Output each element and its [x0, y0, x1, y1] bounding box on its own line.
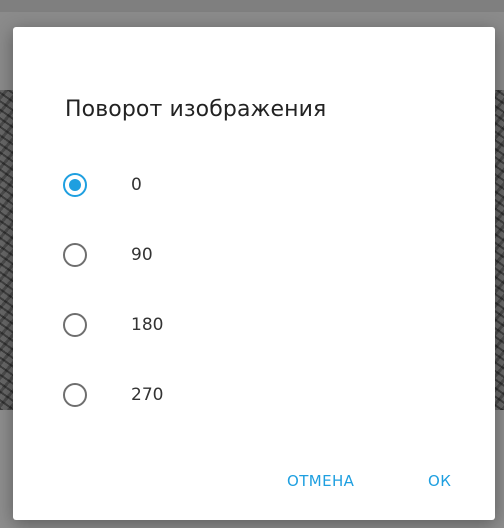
background-top-bar [0, 0, 504, 12]
option-label: 90 [131, 245, 153, 265]
option-label: 0 [131, 175, 142, 195]
rotate-image-dialog: Поворот изображения 0 90 180 270 ОТМЕНА … [13, 27, 495, 520]
dialog-actions: ОТМЕНА ОК [13, 472, 495, 502]
option-label: 270 [131, 385, 164, 405]
cancel-button[interactable]: ОТМЕНА [287, 472, 354, 490]
option-270[interactable]: 270 [13, 365, 495, 425]
radio-unchecked-icon[interactable] [63, 243, 87, 267]
radio-unchecked-icon[interactable] [63, 383, 87, 407]
ok-button[interactable]: ОК [428, 472, 451, 490]
dialog-title: Поворот изображения [65, 97, 327, 122]
option-180[interactable]: 180 [13, 295, 495, 355]
option-label: 180 [131, 315, 164, 335]
option-0[interactable]: 0 [13, 155, 495, 215]
option-90[interactable]: 90 [13, 225, 495, 285]
radio-unchecked-icon[interactable] [63, 313, 87, 337]
radio-checked-icon[interactable] [63, 173, 87, 197]
